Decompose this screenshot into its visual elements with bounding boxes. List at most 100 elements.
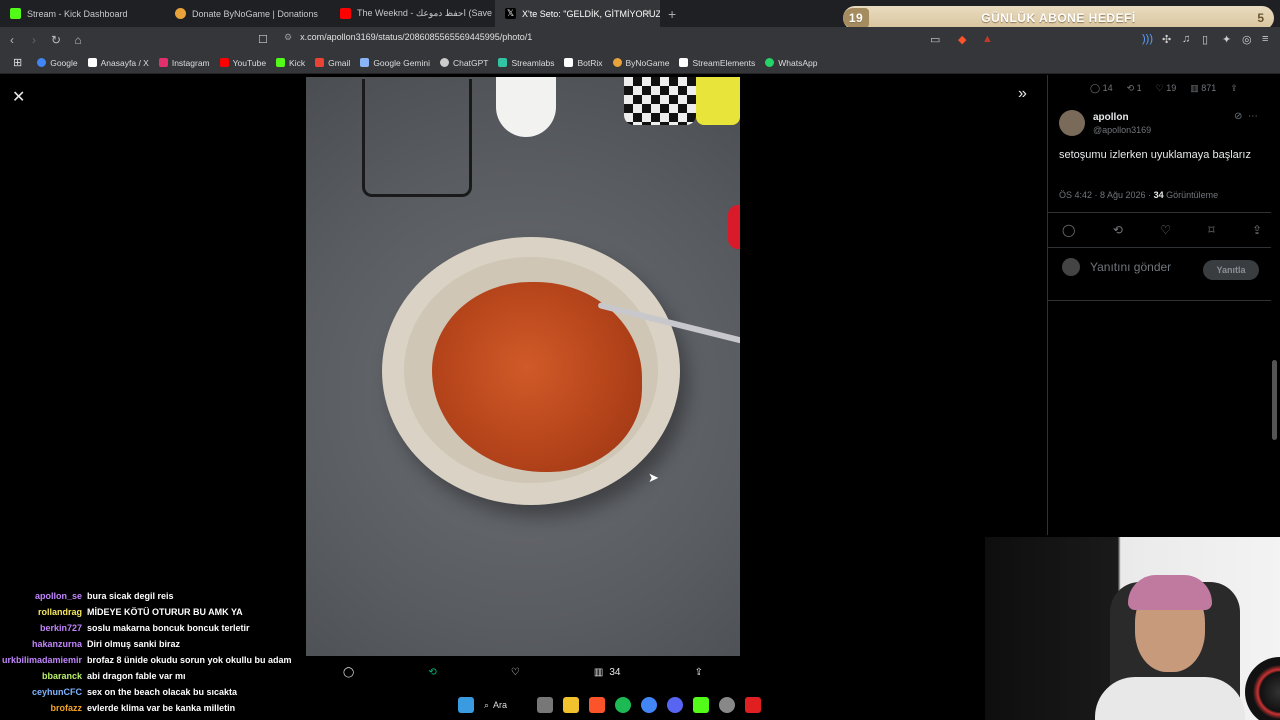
collapse-sidebar-icon[interactable]: » bbox=[1018, 85, 1027, 103]
chat-message: rollandrag MİDEYE KÖTÜ OTURUR BU AMK YA bbox=[0, 604, 305, 620]
tab-donate[interactable]: Donate ByNoGame | Donations bbox=[165, 0, 330, 27]
webcam-overlay bbox=[985, 537, 1280, 720]
task-view-icon[interactable] bbox=[537, 697, 554, 713]
tab-kick-dashboard[interactable]: Stream - Kick Dashboard bbox=[0, 0, 165, 27]
chrome-icon[interactable] bbox=[641, 697, 658, 713]
bookmark-google[interactable]: Google bbox=[32, 58, 82, 68]
reply-icon[interactable]: ◯ bbox=[1062, 223, 1075, 237]
kick-icon bbox=[10, 8, 21, 19]
bookmark-streamlabs[interactable]: Streamlabs bbox=[493, 58, 559, 68]
tweet-views-label: Görüntüleme bbox=[1163, 190, 1219, 200]
goal-target: 5 bbox=[1257, 11, 1265, 25]
settings-icon[interactable] bbox=[719, 697, 736, 713]
bookmark-icon[interactable]: ⌑ bbox=[1208, 223, 1214, 237]
app-icon[interactable] bbox=[745, 697, 762, 713]
sidebar-icon[interactable]: ▯ bbox=[1202, 33, 1208, 46]
tweet-time[interactable]: ÖS 4:42 · 8 Ağu 2026 · bbox=[1059, 190, 1154, 200]
bookmark-instagram[interactable]: Instagram bbox=[154, 58, 215, 68]
retweet-icon[interactable]: ⟲ bbox=[1113, 223, 1123, 237]
reply-icon[interactable]: ◯ bbox=[343, 667, 354, 678]
taskbar-search[interactable]: ⌕ Ara bbox=[484, 700, 507, 711]
tweet-photo[interactable] bbox=[306, 77, 740, 656]
apps-icon[interactable]: ⊞ bbox=[8, 56, 32, 69]
file-explorer-icon[interactable] bbox=[563, 697, 580, 713]
bookmark-youtube[interactable]: YouTube bbox=[215, 58, 271, 68]
menu-icon[interactable]: ≡ bbox=[1262, 33, 1268, 45]
bookmark-kick[interactable]: Kick bbox=[271, 58, 310, 68]
windows-start-icon[interactable] bbox=[458, 697, 474, 713]
kick-app-icon[interactable] bbox=[693, 697, 710, 713]
like-icon[interactable]: ♡ bbox=[511, 667, 520, 678]
bookmark-gmail[interactable]: Gmail bbox=[310, 58, 355, 68]
bookmark-gemini[interactable]: Google Gemini bbox=[355, 58, 435, 68]
discord-icon[interactable] bbox=[667, 697, 684, 713]
chart-icon: ▥ bbox=[593, 666, 604, 678]
chat-message: apollon_se bura sicak degil reis bbox=[0, 588, 305, 604]
reply-composer: Yanıtını gönder bbox=[1062, 258, 1171, 276]
back-icon[interactable]: ‹ bbox=[2, 33, 22, 47]
author-handle[interactable]: @apollon3169 bbox=[1093, 125, 1151, 135]
chat-text: soslu makarna boncuk boncuk terletir bbox=[87, 623, 250, 633]
share-icon[interactable]: ⇪ bbox=[695, 667, 703, 678]
close-tab-icon[interactable]: ✕ bbox=[644, 8, 652, 19]
brave-shield-icon[interactable]: ◆ bbox=[958, 33, 966, 46]
author-name[interactable]: apollon bbox=[1093, 112, 1151, 123]
chat-user: berkin727 bbox=[39, 623, 82, 633]
share-icon[interactable]: ⇪ bbox=[1252, 223, 1262, 237]
divider bbox=[1048, 247, 1271, 248]
audio-icon[interactable]: ))) bbox=[1142, 33, 1153, 45]
scrollbar[interactable] bbox=[1272, 360, 1277, 440]
close-viewer-icon[interactable]: ✕ bbox=[12, 87, 25, 107]
bookmark-x[interactable]: Anasayfa / X bbox=[83, 58, 154, 68]
reply-input[interactable]: Yanıtını gönder bbox=[1090, 260, 1171, 274]
bookmark-botrix[interactable]: BotRix bbox=[559, 58, 607, 68]
bookmark-chatgpt[interactable]: ChatGPT bbox=[435, 58, 493, 68]
tab-title: The Weeknd - احفظ دموعك (Save bbox=[357, 8, 492, 18]
views-button[interactable]: ▥ 34 bbox=[594, 667, 621, 678]
bookmark-streamelements[interactable]: StreamElements bbox=[674, 58, 760, 68]
chat-message: bbaranck abi dragon fable var mı bbox=[0, 668, 305, 684]
forward-icon[interactable]: › bbox=[24, 33, 44, 47]
google-icon bbox=[37, 58, 47, 67]
share-icon[interactable]: ⇪ bbox=[1230, 83, 1238, 94]
music-icon[interactable]: ♫ bbox=[1182, 33, 1190, 45]
reply-button[interactable]: Yanıtla bbox=[1203, 260, 1259, 280]
tweet-author[interactable]: apollon @apollon3169 bbox=[1059, 110, 1151, 136]
instagram-icon bbox=[158, 58, 168, 67]
avatar bbox=[1062, 258, 1080, 276]
retweet-count[interactable]: ⟲ 1 bbox=[1127, 83, 1142, 94]
yellow-jar-shape bbox=[696, 77, 740, 125]
bookmark-label: BotRix bbox=[577, 57, 603, 68]
like-count[interactable]: ♡ 19 bbox=[1156, 83, 1177, 94]
tab-x-active[interactable]: 𝕏 X'te Seto: "GELDİK, GİTMİYORUZ ✕ bbox=[495, 0, 660, 27]
bookmark-bynogame[interactable]: ByNoGame bbox=[608, 58, 675, 68]
spotify-icon[interactable] bbox=[615, 697, 632, 713]
like-icon[interactable]: ♡ bbox=[1160, 223, 1171, 237]
grok-icon[interactable]: ⊘ ⋯ bbox=[1234, 111, 1258, 122]
bookmark-icon[interactable]: ☐ bbox=[258, 33, 268, 46]
brave-rewards-icon[interactable]: ▲ bbox=[982, 33, 993, 45]
reload-icon[interactable]: ↻ bbox=[46, 33, 66, 47]
shirt-shape bbox=[1095, 677, 1245, 720]
windows-taskbar: ⌕ Ara bbox=[458, 693, 762, 717]
chat-user: brofazz bbox=[50, 703, 83, 713]
cast-icon[interactable]: ▭ bbox=[930, 33, 940, 46]
url-field[interactable]: ⚙ x.com/apollon3169/status/20860855655694… bbox=[284, 32, 532, 43]
new-tab-button[interactable]: + bbox=[668, 6, 676, 22]
extensions-icon[interactable]: ✣ bbox=[1162, 33, 1171, 46]
chat-user: apollon_se bbox=[34, 591, 82, 601]
tab-youtube[interactable]: The Weeknd - احفظ دموعك (Save bbox=[330, 0, 495, 27]
avatar[interactable] bbox=[1059, 110, 1085, 136]
whatsapp-icon bbox=[765, 58, 775, 67]
retweet-icon[interactable]: ⟲ bbox=[428, 667, 436, 678]
vpn-icon[interactable]: ◎ bbox=[1242, 33, 1252, 46]
view-count[interactable]: ▥ 871 bbox=[1190, 83, 1216, 94]
paper-towel-shape bbox=[496, 77, 556, 137]
bynogame-icon bbox=[612, 58, 622, 67]
home-icon[interactable]: ⌂ bbox=[68, 33, 88, 47]
brave-icon[interactable] bbox=[589, 697, 606, 713]
reply-count[interactable]: ◯ 14 bbox=[1090, 83, 1113, 94]
bookmark-whatsapp[interactable]: WhatsApp bbox=[760, 58, 822, 68]
ai-icon[interactable]: ✦ bbox=[1222, 33, 1231, 46]
site-info-icon[interactable]: ⚙ bbox=[284, 32, 292, 42]
